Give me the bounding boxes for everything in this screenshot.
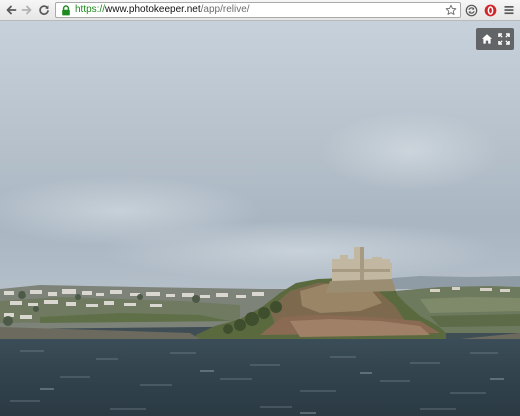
reload-icon [39, 5, 49, 15]
url-scheme: https:// [75, 4, 106, 15]
bookmark-star-button[interactable] [444, 3, 458, 17]
fullscreen-button[interactable] [497, 32, 511, 46]
lock-icon [59, 3, 73, 17]
browser-window: https://www.photokeeper.net/app/relive/ [0, 0, 520, 416]
star-icon [445, 4, 457, 15]
photo-controls [476, 28, 514, 50]
sync-icon [465, 4, 477, 16]
url-path: /app/relive/ [200, 4, 250, 15]
sync-button[interactable] [462, 1, 480, 19]
opera-extension-icon [484, 4, 496, 16]
fullscreen-icon [497, 33, 510, 45]
back-arrow-icon [6, 5, 17, 15]
opera-extension-button[interactable] [481, 1, 499, 19]
forward-button[interactable] [18, 1, 36, 19]
browser-toolbar: https://www.photokeeper.net/app/relive/ [0, 0, 520, 21]
home-button[interactable] [480, 32, 494, 46]
url-text: https://www.photokeeper.net/app/relive/ [75, 3, 250, 17]
menu-button[interactable] [500, 1, 518, 19]
hamburger-menu-icon [504, 6, 514, 15]
address-bar[interactable]: https://www.photokeeper.net/app/relive/ [55, 2, 461, 18]
home-icon [481, 34, 492, 44]
forward-arrow-icon [21, 5, 32, 15]
reload-button[interactable] [35, 1, 53, 19]
url-host: www.photokeeper.net [105, 4, 201, 15]
photo-viewport[interactable] [0, 21, 520, 416]
landscape-photo [0, 21, 520, 416]
